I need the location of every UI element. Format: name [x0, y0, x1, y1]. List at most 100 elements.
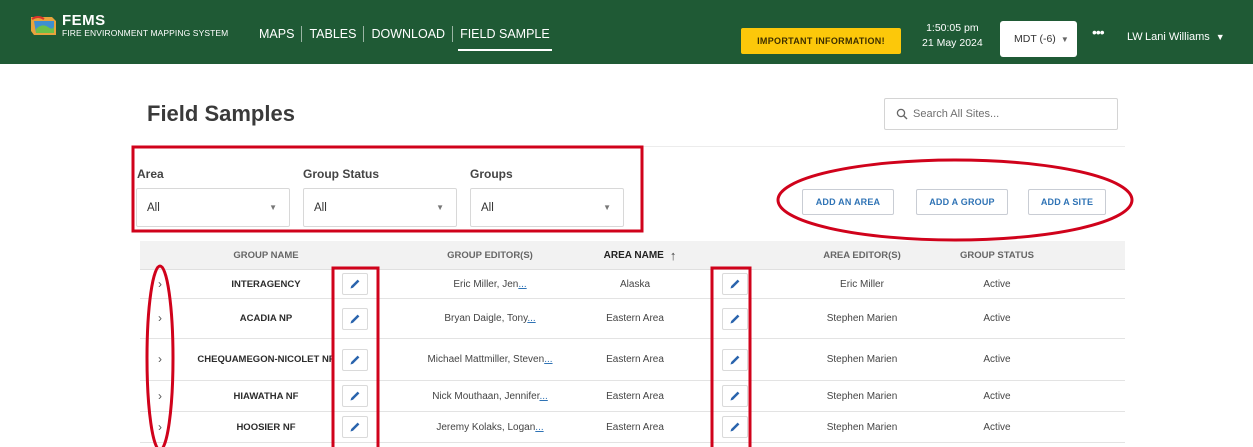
area-editors: Stephen Marien [826, 421, 898, 433]
pencil-icon [350, 314, 360, 323]
timezone-select[interactable]: MDT (-6) ▼ [1000, 21, 1077, 57]
group-editors: Nick Mouthaan, Jennifer... [432, 390, 548, 403]
area-filter-value: All [147, 201, 160, 214]
sort-ascending-icon[interactable]: ↑ [670, 248, 677, 263]
column-area-name-label: AREA NAME [603, 250, 664, 261]
more-editors-link[interactable]: ... [518, 279, 526, 290]
area-editors-cell: Stephen Marien [790, 412, 934, 442]
edit-area-button[interactable] [722, 348, 748, 371]
group-status-cell: Active [934, 299, 1060, 338]
column-group-editors[interactable]: GROUP EDITOR(S) [410, 241, 570, 270]
search-input[interactable] [913, 99, 1113, 129]
nav-download[interactable]: DOWNLOAD [363, 26, 452, 42]
area-editors: Stephen Marien [826, 354, 898, 365]
chevron-down-icon: ▼ [603, 203, 611, 212]
chevron-right-icon[interactable]: › [158, 353, 162, 366]
nav-field-sample[interactable]: FIELD SAMPLE [452, 26, 557, 51]
table-row: › HIAWATHA NF Nick Mouthaan, Jennifer...… [140, 381, 1125, 412]
group-status-filter-label: Group Status [303, 167, 380, 181]
nav-tables[interactable]: TABLES [301, 26, 363, 42]
area-filter-select[interactable]: All ▼ [136, 188, 290, 227]
edit-group-button[interactable] [342, 385, 368, 407]
group-status: Active [983, 390, 1011, 402]
area-name-cell: Eastern Area [570, 412, 700, 442]
add-site-button[interactable]: ADD A SITE [1028, 189, 1106, 215]
group-status-filter-select[interactable]: All ▼ [303, 188, 457, 227]
pencil-icon [730, 279, 740, 289]
group-editors-text: Eric Miller, Jen [453, 278, 519, 290]
pencil-icon [730, 422, 740, 432]
pencil-icon [730, 391, 740, 401]
fems-logo-icon[interactable] [30, 14, 60, 38]
table-row: › HOOSIER NF Jeremy Kolaks, Logan... Eas… [140, 412, 1125, 443]
edit-area-button[interactable] [722, 416, 748, 438]
user-name: Lani Williams [1145, 31, 1210, 43]
pencil-icon [350, 355, 360, 364]
chevron-right-icon[interactable]: › [158, 277, 162, 291]
add-area-button[interactable]: ADD AN AREA [802, 189, 894, 215]
group-editors-cell: Eric Miller, Jen... [410, 270, 570, 298]
group-name: HOOSIER NF [236, 421, 296, 433]
area-editors-cell: Stephen Marien [790, 299, 934, 338]
more-editors-link[interactable]: ... [539, 391, 547, 402]
more-editors-link[interactable]: ... [527, 313, 535, 324]
nav-maps[interactable]: MAPS [252, 26, 301, 42]
group-editors-text: Bryan Daigle, Tony [444, 313, 528, 324]
more-editors-link[interactable]: ... [535, 422, 543, 433]
area-name-cell: Alaska [570, 270, 700, 298]
table-row: › ACADIA NP Bryan Daigle, Tony... Easter… [140, 299, 1125, 339]
groups-filter-value: All [481, 201, 494, 214]
chevron-right-icon[interactable]: › [158, 312, 162, 325]
add-group-button[interactable]: ADD A GROUP [916, 189, 1008, 215]
edit-area-button[interactable] [722, 307, 748, 330]
column-group-status[interactable]: GROUP STATUS [934, 241, 1060, 270]
group-status-cell: Active [934, 270, 1060, 298]
search-icon [896, 108, 908, 120]
important-information-button[interactable]: IMPORTANT INFORMATION! [741, 28, 901, 54]
column-group-name[interactable]: GROUP NAME [194, 241, 338, 270]
area-name-cell: Eastern Area [570, 299, 700, 338]
group-editors-cell: Michael Mattmiller, Steven... [410, 339, 570, 380]
edit-area-button[interactable] [722, 385, 748, 407]
logo-title: FEMS [62, 12, 106, 29]
chevron-down-icon: ▼ [1215, 32, 1225, 42]
group-status-cell: Active [934, 339, 1060, 380]
column-area-name[interactable]: AREA NAME ↑ [570, 241, 710, 270]
groups-filter-select[interactable]: All ▼ [470, 188, 624, 227]
group-status-cell: Active [934, 381, 1060, 411]
edit-group-button[interactable] [342, 273, 368, 295]
group-name: HIAWATHA NF [233, 390, 299, 402]
area-editors-cell: Stephen Marien [790, 339, 934, 380]
area-editors: Stephen Marien [826, 313, 898, 324]
group-status: Active [983, 354, 1011, 365]
group-status: Active [983, 421, 1011, 433]
chevron-right-icon[interactable]: › [158, 420, 162, 434]
group-editors-cell: Nick Mouthaan, Jennifer... [410, 381, 570, 411]
chevron-right-icon[interactable]: › [158, 389, 162, 403]
more-editors-link[interactable]: ... [544, 354, 552, 365]
pencil-icon [730, 314, 740, 323]
clock: 1:50:05 pm 21 May 2024 [922, 21, 983, 51]
edit-area-button[interactable] [722, 273, 748, 295]
pencil-icon [730, 355, 740, 364]
group-name: INTERAGENCY [231, 278, 301, 290]
area-name: Eastern Area [606, 390, 664, 402]
search-box [884, 98, 1118, 130]
group-editors: Bryan Daigle, Tony... [444, 312, 535, 325]
area-editors: Eric Miller [840, 278, 884, 290]
edit-group-button[interactable] [342, 416, 368, 438]
user-menu[interactable]: Lani Williams ▼ [1145, 31, 1225, 43]
pencil-icon [350, 279, 360, 289]
group-status: Active [983, 278, 1011, 290]
group-editors: Jeremy Kolaks, Logan... [436, 421, 543, 434]
group-name: CHEQUAMEGON-NICOLET NF [197, 354, 335, 365]
group-editors-cell: Jeremy Kolaks, Logan... [410, 412, 570, 442]
area-name: Eastern Area [606, 313, 664, 324]
group-editors-text: Jeremy Kolaks, Logan [436, 421, 536, 433]
edit-group-button[interactable] [342, 348, 368, 371]
edit-group-button[interactable] [342, 307, 368, 330]
more-options-icon[interactable]: ••• [1092, 24, 1105, 40]
group-name-cell: CHEQUAMEGON-NICOLET NF [194, 339, 338, 380]
column-area-editors[interactable]: AREA EDITOR(S) [790, 241, 934, 270]
timezone-value: MDT (-6) [1014, 33, 1056, 45]
